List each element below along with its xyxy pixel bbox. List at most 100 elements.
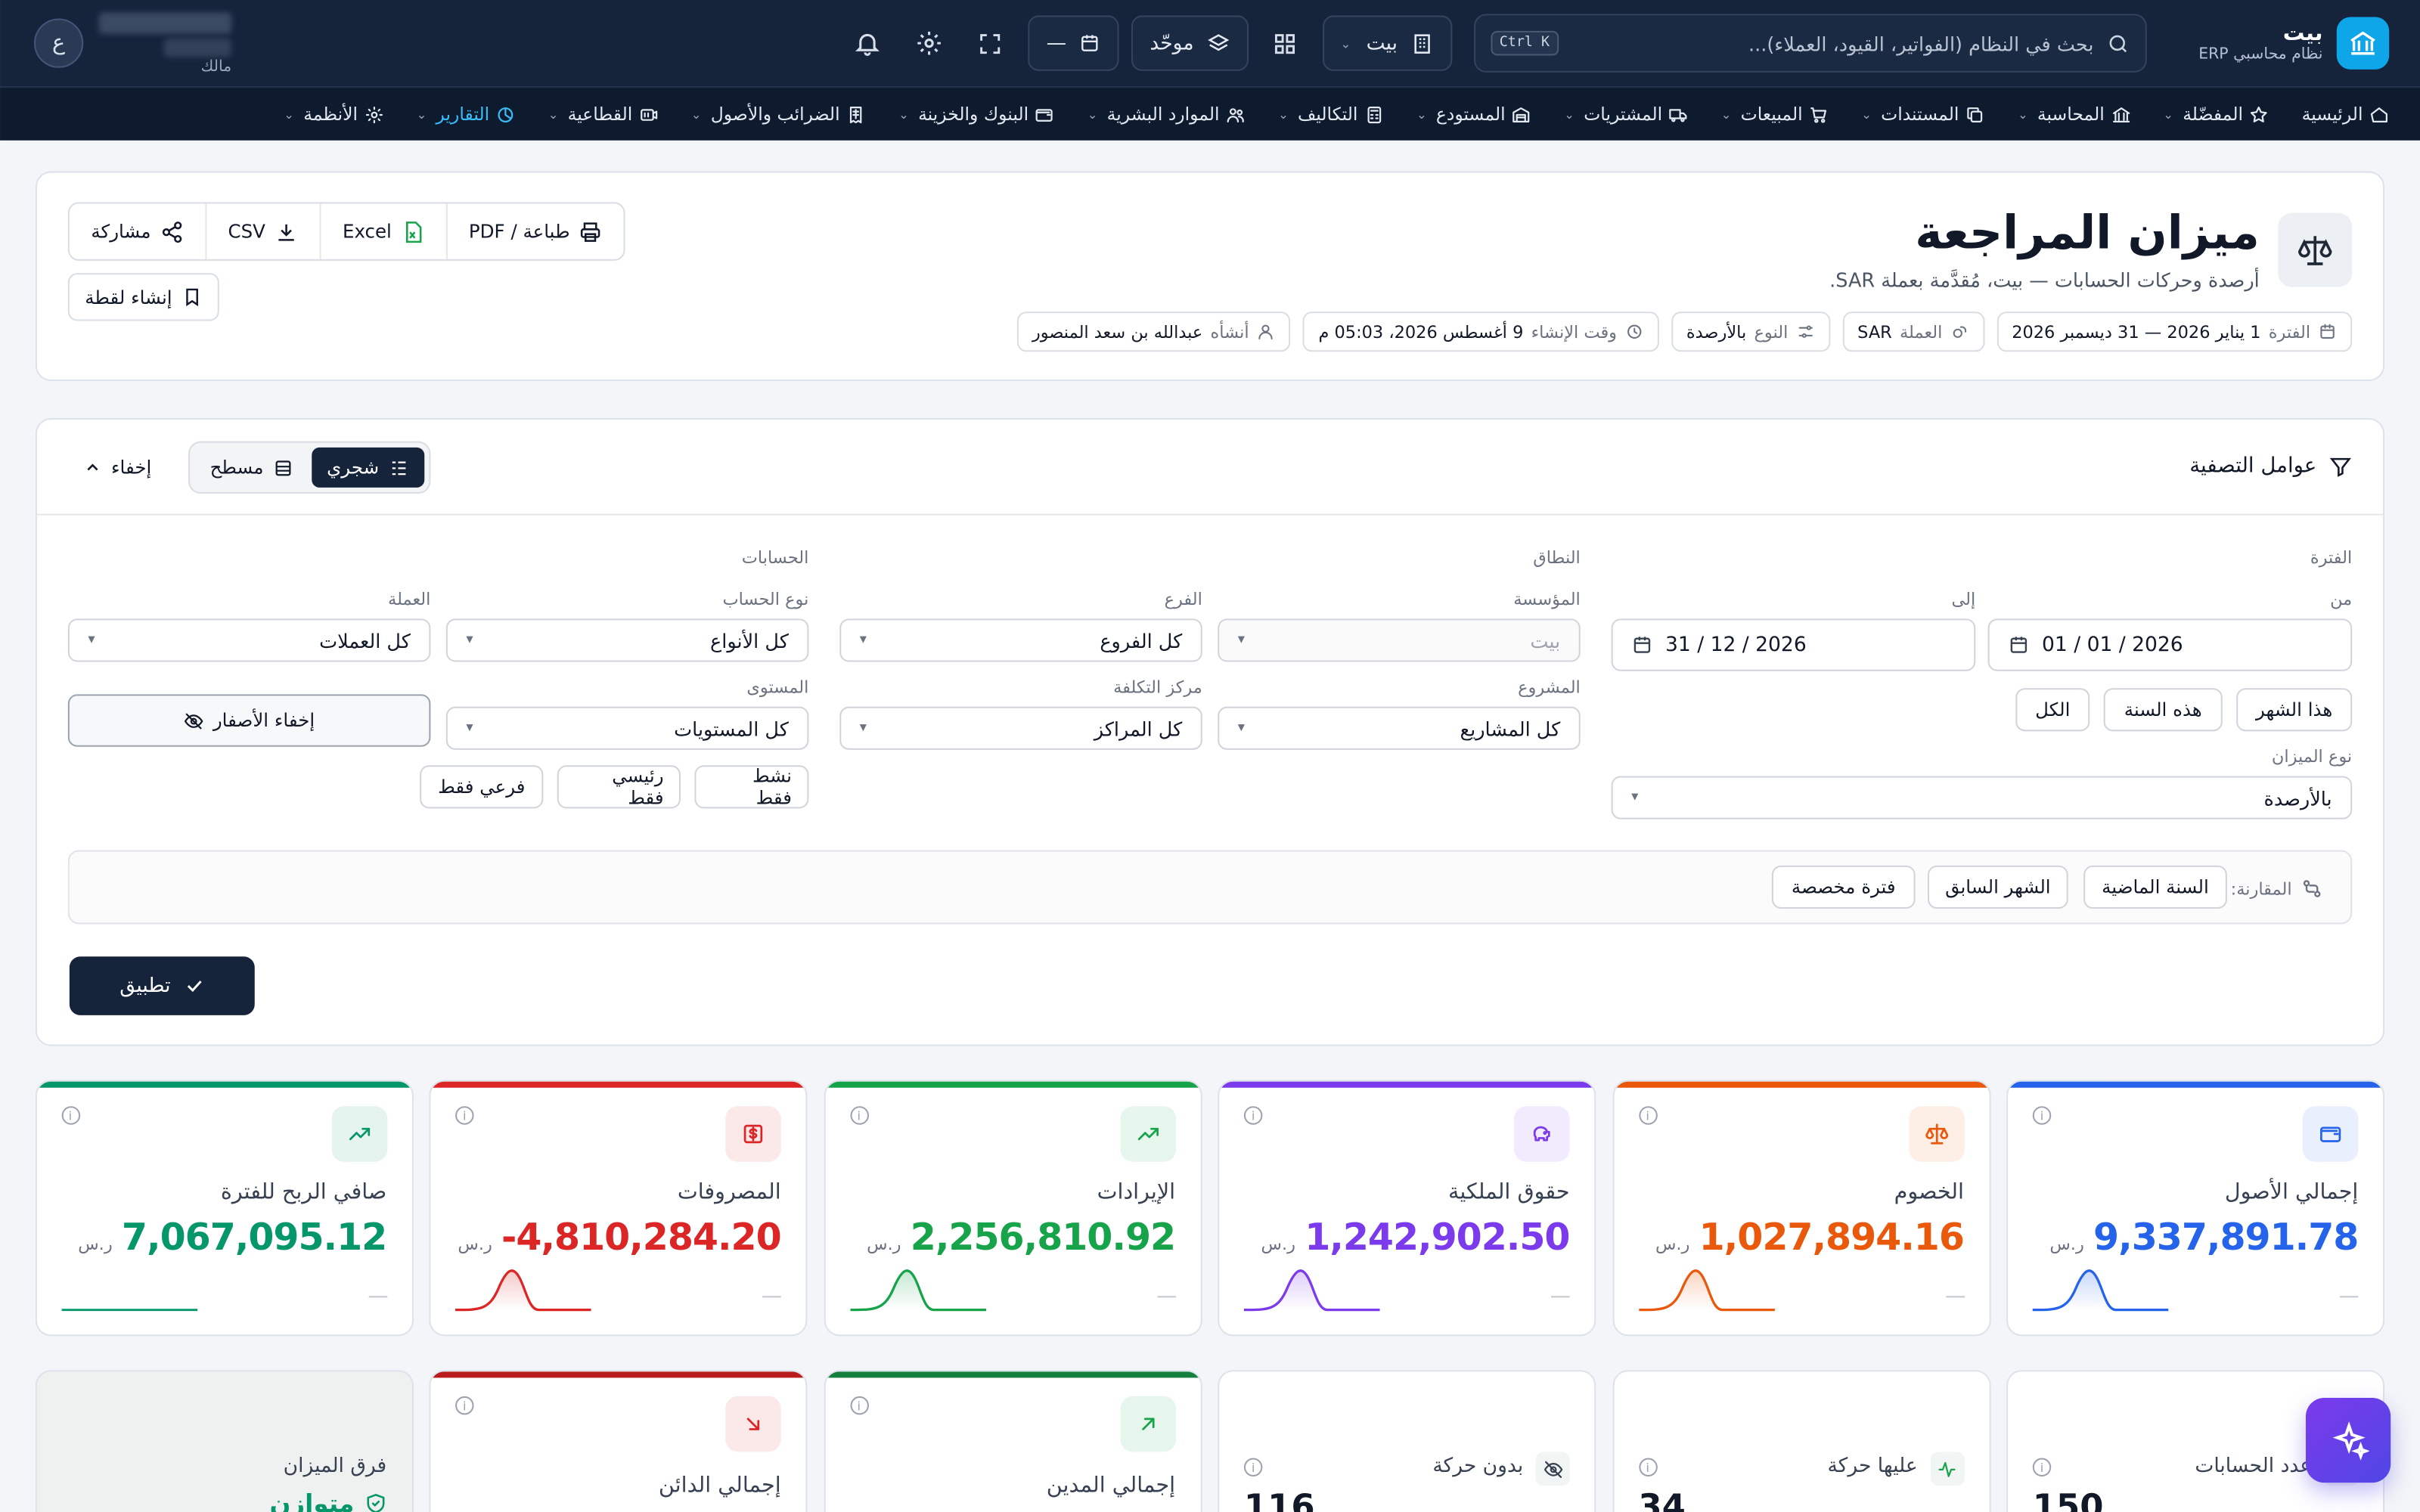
nav-item-5[interactable]: المشتريات ⌄ xyxy=(1564,104,1689,125)
kpi-icon-badge xyxy=(330,1106,387,1162)
section-period-label: الفترة xyxy=(2310,547,2353,569)
kpi-accent-bar xyxy=(824,1371,1200,1378)
global-search[interactable]: Ctrl K xyxy=(1473,14,2146,73)
nav-item-12[interactable]: التقارير ⌄ xyxy=(417,104,516,125)
brand[interactable]: بيت نظام محاسبي ERP xyxy=(2198,17,2390,70)
kpi-card-4[interactable]: i المصروفات ر.س -4,810,284.20 xyxy=(429,1080,808,1337)
snapshot-button[interactable]: إنشاء لقطة xyxy=(67,273,219,321)
fullscreen-icon[interactable] xyxy=(966,17,1016,69)
search-input[interactable] xyxy=(1571,31,2094,55)
hide-filters-button[interactable]: إخفاء xyxy=(83,457,151,479)
info-icon[interactable]: i xyxy=(849,1106,868,1125)
this-month-button[interactable]: هذا الشهر xyxy=(2236,688,2353,732)
kpi2-card-5[interactable]: فرق الميزان متوازن xyxy=(34,1370,413,1512)
kpi-icon-badge xyxy=(725,1396,781,1452)
org-switcher[interactable]: بيت ⌄ xyxy=(1322,15,1452,71)
share-label: مشاركة xyxy=(91,220,151,243)
nav-item-0[interactable]: الرئيسية xyxy=(2302,104,2390,125)
kpi2-card-1[interactable]: عليها حركة i 34 xyxy=(1612,1370,1990,1512)
all-button[interactable]: الكل xyxy=(2015,688,2090,732)
info-icon[interactable]: i xyxy=(455,1106,474,1125)
info-icon[interactable]: i xyxy=(2032,1458,2052,1477)
kpi2-label: إجمالي الدائن xyxy=(658,1473,781,1498)
active-only-button[interactable]: نشط فقط xyxy=(694,765,809,809)
to-date-input[interactable]: 31 / 12 / 2026 xyxy=(1611,618,1976,671)
nav-item-2[interactable]: المحاسبة ⌄ xyxy=(2018,104,2130,125)
cost-center-select[interactable]: كل المراكز ▾ xyxy=(839,706,1202,750)
from-date-input[interactable]: 01 / 01 / 2026 xyxy=(1987,618,2353,671)
chevron-down-icon: ▾ xyxy=(466,632,473,649)
bell-icon[interactable] xyxy=(842,17,892,69)
nav-item-4[interactable]: المبيعات ⌄ xyxy=(1721,104,1829,125)
project-select[interactable]: كل المشاريع ▾ xyxy=(1218,706,1581,750)
apply-button[interactable]: تطبيق xyxy=(69,956,255,1015)
account-type-select[interactable]: كل الأنواع ▾ xyxy=(445,618,809,662)
nav-item-3[interactable]: المستندات ⌄ xyxy=(1861,104,1985,125)
kpi-card-2[interactable]: i حقوق الملكية ر.س 1,242,902.50 xyxy=(1218,1080,1596,1337)
hide-label: إخفاء xyxy=(110,457,152,479)
kpi2-card-4[interactable]: i إجمالي الدائن xyxy=(429,1370,808,1512)
avatar[interactable]: ع xyxy=(33,18,84,68)
hide-zeros-button[interactable]: إخفاء الأصفار xyxy=(67,694,431,747)
level-select[interactable]: كل المستويات ▾ xyxy=(445,706,809,750)
chevron-down-icon: ▾ xyxy=(859,632,867,649)
kpi-sparkline xyxy=(2032,1269,2169,1312)
consolidated-mode-button[interactable]: موحّد xyxy=(1131,15,1249,71)
nav-item-13[interactable]: الأنظمة ⌄ xyxy=(284,104,383,125)
kpi-card-1[interactable]: i الخصوم ر.س 1,027,894.16 xyxy=(1612,1080,1990,1337)
kpi-card-3[interactable]: i الإيرادات ر.س 2,256,810.92 xyxy=(823,1080,1202,1337)
nav-item-10[interactable]: الضرائب والأصول ⌄ xyxy=(691,104,867,125)
kpi2-card-3[interactable]: i إجمالي المدين xyxy=(823,1370,1202,1512)
info-icon[interactable]: i xyxy=(60,1106,80,1125)
info-icon[interactable]: i xyxy=(2032,1106,2052,1125)
info-icon[interactable]: i xyxy=(1638,1106,1657,1125)
nav-item-7[interactable]: التكاليف ⌄ xyxy=(1278,104,1384,125)
compare-last-year-button[interactable]: السنة الماضية xyxy=(2083,865,2227,909)
compare-arrows-icon xyxy=(2303,880,2321,897)
info-icon[interactable]: i xyxy=(849,1396,868,1415)
nav-item-11[interactable]: القطاعية ⌄ xyxy=(548,104,659,125)
currency-select[interactable]: كل العملات ▾ xyxy=(67,618,431,662)
branch-select[interactable]: كل الفروع ▾ xyxy=(839,618,1202,662)
print-pdf-button[interactable]: طباعة / PDF xyxy=(445,203,624,259)
kpi2-card-2[interactable]: بدون حركة i 116 xyxy=(1218,1370,1596,1512)
share-button[interactable]: مشاركة xyxy=(70,203,205,259)
kpi-value: ر.س 1,027,894.16 xyxy=(1655,1216,1965,1259)
nav-item-9[interactable]: البنوك والخزينة ⌄ xyxy=(898,104,1055,125)
balance-type-select[interactable]: بالأرصدة ▾ xyxy=(1611,776,2353,820)
chevron-down-icon: ▾ xyxy=(88,632,95,649)
compare-custom-button[interactable]: فترة مخصصة xyxy=(1771,865,1916,909)
chevron-down-icon: ▾ xyxy=(1631,789,1639,806)
nav-item-1[interactable]: المفضّلة ⌄ xyxy=(2163,104,2269,125)
user-menu[interactable]: مالك ع xyxy=(33,11,232,75)
kpi-icon-badge xyxy=(1514,1106,1570,1162)
date-picker-button[interactable]: — xyxy=(1028,15,1119,71)
balance-type-label: نوع الميزان xyxy=(2271,746,2353,767)
info-icon[interactable]: i xyxy=(1243,1106,1263,1125)
ai-assistant-button[interactable] xyxy=(2305,1397,2391,1483)
nav-item-8[interactable]: الموارد البشرية ⌄ xyxy=(1087,104,1246,125)
apps-grid-icon[interactable] xyxy=(1260,17,1309,69)
main-only-button[interactable]: رئيسي فقط xyxy=(557,765,681,809)
compare-last-month-button[interactable]: الشهر السابق xyxy=(1927,865,2068,909)
nav-item-6[interactable]: المستودع ⌄ xyxy=(1416,104,1531,125)
chevron-down-icon: ⌄ xyxy=(1416,107,1427,122)
info-icon[interactable]: i xyxy=(455,1396,474,1415)
info-icon[interactable]: i xyxy=(1243,1458,1263,1477)
balance-status-text: متوازن xyxy=(269,1489,355,1512)
info-icon[interactable]: i xyxy=(1638,1458,1657,1477)
cost-center-label: مركز التكلفة xyxy=(1113,677,1202,698)
kpi-card-5[interactable]: i صافي الربح للفترة ر.س 7,067,095.12 xyxy=(34,1080,413,1337)
kpi-card-0[interactable]: i إجمالي الأصول ر.س 9,337,891.78 xyxy=(2006,1080,2385,1337)
csv-button[interactable]: CSV xyxy=(204,203,319,259)
gear-icon[interactable] xyxy=(904,17,954,69)
excel-button[interactable]: Excel xyxy=(319,203,445,259)
org-select[interactable]: بيت ▾ xyxy=(1218,618,1581,662)
flat-view-button[interactable]: مسطح xyxy=(194,448,308,488)
sub-only-button[interactable]: فرعي فقط xyxy=(420,765,544,809)
clock-icon xyxy=(1627,324,1641,339)
this-year-button[interactable]: هذه السنة xyxy=(2103,688,2223,732)
tree-view-button[interactable]: شجري xyxy=(311,447,424,488)
nav-item-label: المفضّلة xyxy=(2183,103,2244,125)
bookmark-icon xyxy=(185,288,197,307)
